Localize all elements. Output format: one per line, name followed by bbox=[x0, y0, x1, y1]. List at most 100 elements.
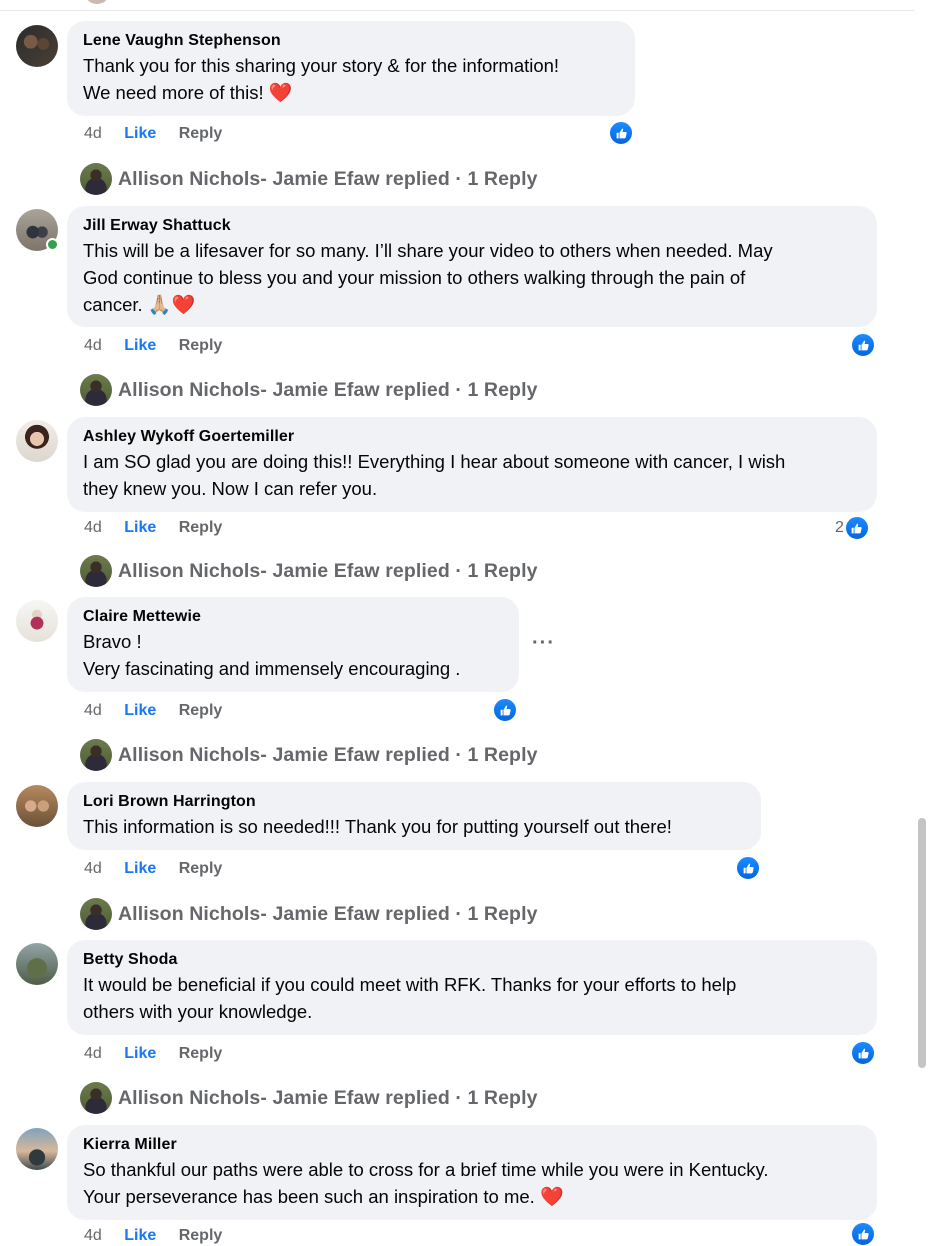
reaction-count: 2 bbox=[835, 519, 844, 536]
comment-timestamp[interactable]: 4d bbox=[84, 125, 102, 142]
avatar[interactable] bbox=[16, 785, 58, 827]
thumbs-up-icon bbox=[851, 1222, 875, 1246]
avatar bbox=[80, 555, 112, 587]
comment-actions: 4d Like Reply bbox=[84, 701, 240, 721]
scrollbar-thumb[interactable] bbox=[918, 818, 926, 1068]
replies-link[interactable]: Allison Nichols- Jamie Efaw replied · 1 … bbox=[118, 1087, 538, 1110]
comment-line: Your perseverance has been such an inspi… bbox=[83, 1186, 535, 1207]
like-button[interactable]: Like bbox=[124, 1227, 156, 1244]
comment-line: Bravo ! bbox=[83, 631, 142, 652]
comment-timestamp[interactable]: 4d bbox=[84, 860, 102, 877]
view-replies[interactable]: Allison Nichols- Jamie Efaw replied · 1 … bbox=[80, 373, 538, 407]
comment-bubble: Lene Vaughn Stephenson Thank you for thi… bbox=[67, 21, 635, 116]
thumbs-up-icon bbox=[851, 1041, 875, 1065]
view-replies[interactable]: Allison Nichols- Jamie Efaw replied · 1 … bbox=[80, 897, 538, 931]
comment-text: Thank you for this sharing your story & … bbox=[83, 52, 619, 107]
reaction-summary[interactable] bbox=[851, 333, 875, 357]
view-replies[interactable]: Allison Nichols- Jamie Efaw replied · 1 … bbox=[80, 1081, 538, 1115]
comment-line: they knew you. Now I can refer you. bbox=[83, 478, 378, 499]
comment-timestamp[interactable]: 4d bbox=[84, 1045, 102, 1062]
comment-line: It would be beneficial if you could meet… bbox=[83, 974, 737, 995]
avatar[interactable] bbox=[16, 25, 58, 67]
comment-author[interactable]: Ashley Wykoff Goertemiller bbox=[83, 427, 861, 447]
reply-button[interactable]: Reply bbox=[179, 125, 223, 142]
comment-line: God continue to bless you and your missi… bbox=[83, 267, 746, 288]
praying-hands-heart-emoji: 🙏🏼❤️ bbox=[147, 295, 196, 316]
comment-line: This will be a lifesaver for so many. I’… bbox=[83, 240, 773, 261]
reaction-summary[interactable] bbox=[609, 121, 633, 145]
view-replies[interactable]: Allison Nichols- Jamie Efaw replied · 1 … bbox=[80, 738, 538, 772]
replies-link[interactable]: Allison Nichols- Jamie Efaw replied · 1 … bbox=[118, 379, 538, 402]
heart-emoji: ❤️ bbox=[268, 83, 293, 104]
thumbs-up-icon bbox=[851, 333, 875, 357]
thumbs-up-icon bbox=[493, 698, 517, 722]
replies-link[interactable]: Allison Nichols- Jamie Efaw replied · 1 … bbox=[118, 903, 538, 926]
comment-text: I am SO glad you are doing this!! Everyt… bbox=[83, 448, 861, 502]
comment-author[interactable]: Betty Shoda bbox=[83, 950, 861, 970]
reaction-summary[interactable] bbox=[493, 698, 517, 722]
comment-author[interactable]: Lene Vaughn Stephenson bbox=[83, 31, 619, 51]
comment-line: I am SO glad you are doing this!! Everyt… bbox=[83, 451, 786, 472]
comment-bubble: Kierra Miller So thankful our paths were… bbox=[67, 1125, 877, 1220]
avatar bbox=[80, 739, 112, 771]
avatar[interactable] bbox=[16, 600, 58, 642]
comment-actions: 4d Like Reply bbox=[84, 518, 240, 538]
reply-button[interactable]: Reply bbox=[179, 702, 223, 719]
comment-line: This information is so needed!!! Thank y… bbox=[83, 816, 672, 837]
avatar bbox=[84, 0, 110, 4]
reply-button[interactable]: Reply bbox=[179, 519, 223, 536]
like-button[interactable]: Like bbox=[124, 519, 156, 536]
thumbs-up-icon bbox=[736, 856, 760, 880]
replies-link[interactable]: Allison Nichols- Jamie Efaw replied · 1 … bbox=[118, 168, 538, 191]
scrollbar[interactable] bbox=[914, 0, 928, 1238]
comment-line: Thank you for this sharing your story & … bbox=[83, 55, 560, 76]
reply-button[interactable]: Reply bbox=[179, 337, 223, 354]
like-button[interactable]: Like bbox=[124, 702, 156, 719]
reaction-summary[interactable]: 2 bbox=[835, 516, 869, 540]
reaction-summary[interactable] bbox=[736, 856, 760, 880]
comment-timestamp[interactable]: 4d bbox=[84, 1227, 102, 1244]
comment-actions: 4d Like Reply bbox=[84, 859, 240, 879]
more-options-icon[interactable]: ··· bbox=[532, 632, 555, 655]
avatar bbox=[80, 163, 112, 195]
previous-reply-row bbox=[0, 0, 928, 11]
avatar bbox=[80, 374, 112, 406]
like-button[interactable]: Like bbox=[124, 337, 156, 354]
comment-timestamp[interactable]: 4d bbox=[84, 702, 102, 719]
thumbs-up-icon bbox=[609, 121, 633, 145]
avatar[interactable] bbox=[16, 209, 59, 251]
avatar[interactable] bbox=[16, 1128, 58, 1170]
online-status-indicator bbox=[46, 238, 59, 251]
comment-bubble: Jill Erway Shattuck This will be a lifes… bbox=[67, 206, 877, 327]
replies-link[interactable]: Allison Nichols- Jamie Efaw replied · 1 … bbox=[118, 744, 538, 767]
reaction-summary[interactable] bbox=[851, 1222, 875, 1246]
comment-text: This will be a lifesaver for so many. I’… bbox=[83, 237, 861, 319]
comment-line: others with your knowledge. bbox=[83, 1001, 313, 1022]
comment-author[interactable]: Claire Mettewie bbox=[83, 607, 503, 627]
replies-link[interactable]: Allison Nichols- Jamie Efaw replied · 1 … bbox=[118, 560, 538, 583]
comment-timestamp[interactable]: 4d bbox=[84, 337, 102, 354]
comment-actions: 4d Like Reply bbox=[84, 1044, 240, 1064]
like-button[interactable]: Like bbox=[124, 125, 156, 142]
reaction-summary[interactable] bbox=[851, 1041, 875, 1065]
comment-author[interactable]: Kierra Miller bbox=[83, 1135, 861, 1155]
comment-actions: 4d Like Reply bbox=[84, 336, 240, 356]
comment-text: Bravo ! Very fascinating and immensely e… bbox=[83, 628, 503, 682]
view-replies[interactable]: Allison Nichols- Jamie Efaw replied · 1 … bbox=[80, 554, 538, 588]
like-button[interactable]: Like bbox=[124, 860, 156, 877]
avatar[interactable] bbox=[16, 420, 58, 462]
comment-bubble: Claire Mettewie Bravo ! Very fascinating… bbox=[67, 597, 519, 692]
comment-author[interactable]: Lori Brown Harrington bbox=[83, 792, 745, 812]
comment-text: It would be beneficial if you could meet… bbox=[83, 971, 861, 1025]
reply-button[interactable]: Reply bbox=[179, 860, 223, 877]
view-replies[interactable]: Allison Nichols- Jamie Efaw replied · 1 … bbox=[80, 162, 538, 196]
like-button[interactable]: Like bbox=[124, 1045, 156, 1062]
comment-timestamp[interactable]: 4d bbox=[84, 519, 102, 536]
reply-button[interactable]: Reply bbox=[179, 1045, 223, 1062]
comment-line: We need more of this! bbox=[83, 82, 264, 103]
reply-button[interactable]: Reply bbox=[179, 1227, 223, 1244]
comment-author[interactable]: Jill Erway Shattuck bbox=[83, 216, 861, 236]
avatar[interactable] bbox=[16, 943, 58, 985]
comment-bubble: Ashley Wykoff Goertemiller I am SO glad … bbox=[67, 417, 877, 512]
comment-line: Very fascinating and immensely encouragi… bbox=[83, 658, 461, 679]
